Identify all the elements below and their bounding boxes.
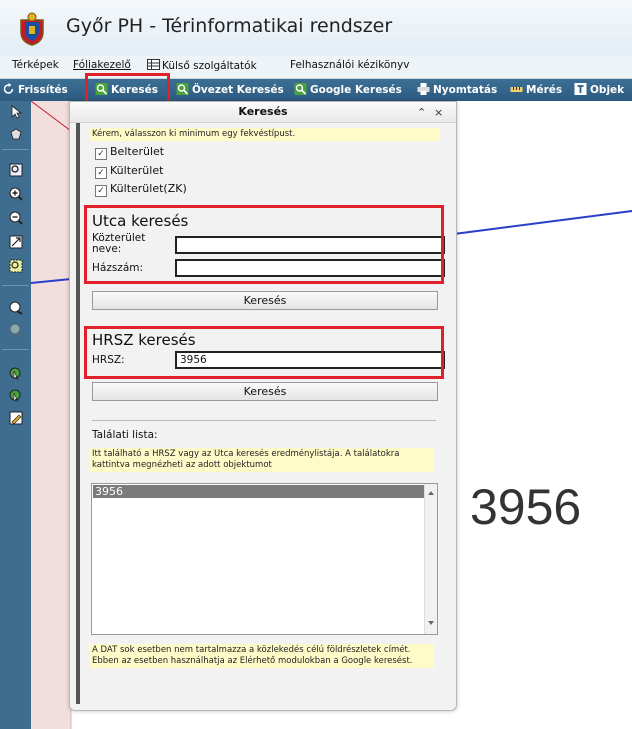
select-green-icon[interactable] <box>9 389 23 403</box>
zoom-box-icon[interactable] <box>9 163 23 177</box>
app-title: Győr PH - Térinformatikai rendszer <box>66 15 393 37</box>
google-search-label: Google Keresés <box>310 84 402 96</box>
type-notice: Kérem, válasszon ki minimum egy fekvéstí… <box>90 128 440 141</box>
text-t-icon <box>574 83 587 95</box>
printer-icon <box>417 83 430 95</box>
identify-icon[interactable] <box>9 301 23 315</box>
measure-button[interactable]: Mérés <box>510 83 562 96</box>
close-icon[interactable]: × <box>434 106 443 119</box>
hrsz-search-button[interactable]: Keresés <box>92 382 438 401</box>
search-panel: Keresés ⌃ × Kérem, válasszon ki minimum … <box>69 101 457 711</box>
results-title: Találati lista: <box>92 429 158 441</box>
map-tools-sidebar <box>0 101 31 729</box>
panel-title: Keresés <box>70 102 456 123</box>
list-item[interactable]: 3956 <box>93 485 425 498</box>
zoom-selection-icon[interactable] <box>9 259 23 273</box>
pointer-icon[interactable] <box>9 105 23 119</box>
zone-search-button[interactable]: Övezet Keresés <box>176 83 284 96</box>
collapse-icon[interactable]: ⌃ <box>417 106 426 119</box>
results-list[interactable]: 3956 <box>91 483 438 635</box>
checkbox-label: Belterület <box>110 145 165 158</box>
zone-search-label: Övezet Keresés <box>192 84 284 96</box>
menu-item-maps[interactable]: Térképek <box>12 59 59 71</box>
app-header: Győr PH - Térinformatikai rendszer <box>0 0 632 56</box>
objects-label: Objek <box>590 84 625 96</box>
magnifier-map-icon <box>176 83 189 95</box>
checkbox-outer-area[interactable]: ✓ Külterület <box>95 164 163 179</box>
edit-pencil-icon[interactable] <box>9 411 23 425</box>
divider <box>92 420 436 421</box>
refresh-icon <box>3 83 14 94</box>
checkbox-outer-zk[interactable]: ✓ Külterület(ZK) <box>95 182 187 197</box>
objects-button[interactable]: Objek <box>574 83 624 96</box>
full-extent-icon[interactable] <box>9 235 23 249</box>
menu-item-external-providers-label: Külső szolgáltatók <box>162 60 257 72</box>
panel-resize-handle[interactable] <box>76 104 80 704</box>
google-search-button[interactable]: Google Keresés <box>294 83 402 96</box>
street-search-button[interactable]: Keresés <box>92 291 438 310</box>
pan-cursor-icon[interactable] <box>9 127 23 141</box>
checkbox-checked-icon: ✓ <box>95 148 107 160</box>
hrsz-search-highlight <box>84 326 444 379</box>
street-search-highlight <box>84 205 444 284</box>
table-icon <box>147 59 160 70</box>
checkbox-label: Külterület <box>110 164 164 177</box>
results-hint: Itt található a HRSZ vagy az Utca keresé… <box>90 448 434 472</box>
results-scrollbar[interactable] <box>424 484 437 634</box>
zoom-in-icon[interactable] <box>9 187 23 201</box>
checkbox-checked-icon: ✓ <box>95 167 107 179</box>
menu-item-layer-manager[interactable]: Fóliakezelő <box>73 59 131 71</box>
measure-label: Mérés <box>526 84 563 96</box>
print-button[interactable]: Nyomtatás <box>417 83 497 96</box>
ruler-icon <box>510 87 523 92</box>
checkbox-label: Külterület(ZK) <box>110 182 187 195</box>
map-parcel-label: 3956 <box>470 479 582 535</box>
zoom-out-icon[interactable] <box>9 211 23 225</box>
checkbox-inner-area[interactable]: ✓ Belterület <box>95 145 164 160</box>
menu-item-external-providers[interactable]: Külső szolgáltatók <box>147 59 257 72</box>
city-coat-of-arms-icon <box>20 12 44 46</box>
menu-item-user-manual[interactable]: Felhasználói kézikönyv <box>290 59 409 71</box>
magnifier-map-icon <box>294 83 307 95</box>
identify-disabled-icon <box>9 323 23 337</box>
dat-footer-note: A DAT sok esetben nem tartalmazza a közl… <box>90 644 434 668</box>
refresh-button[interactable]: Frissítés <box>2 83 68 96</box>
refresh-label: Frissítés <box>18 84 68 96</box>
scroll-arrows-icon <box>428 491 434 625</box>
select-green-icon[interactable] <box>9 367 23 381</box>
print-label: Nyomtatás <box>433 84 498 96</box>
checkbox-checked-icon: ✓ <box>95 185 107 197</box>
